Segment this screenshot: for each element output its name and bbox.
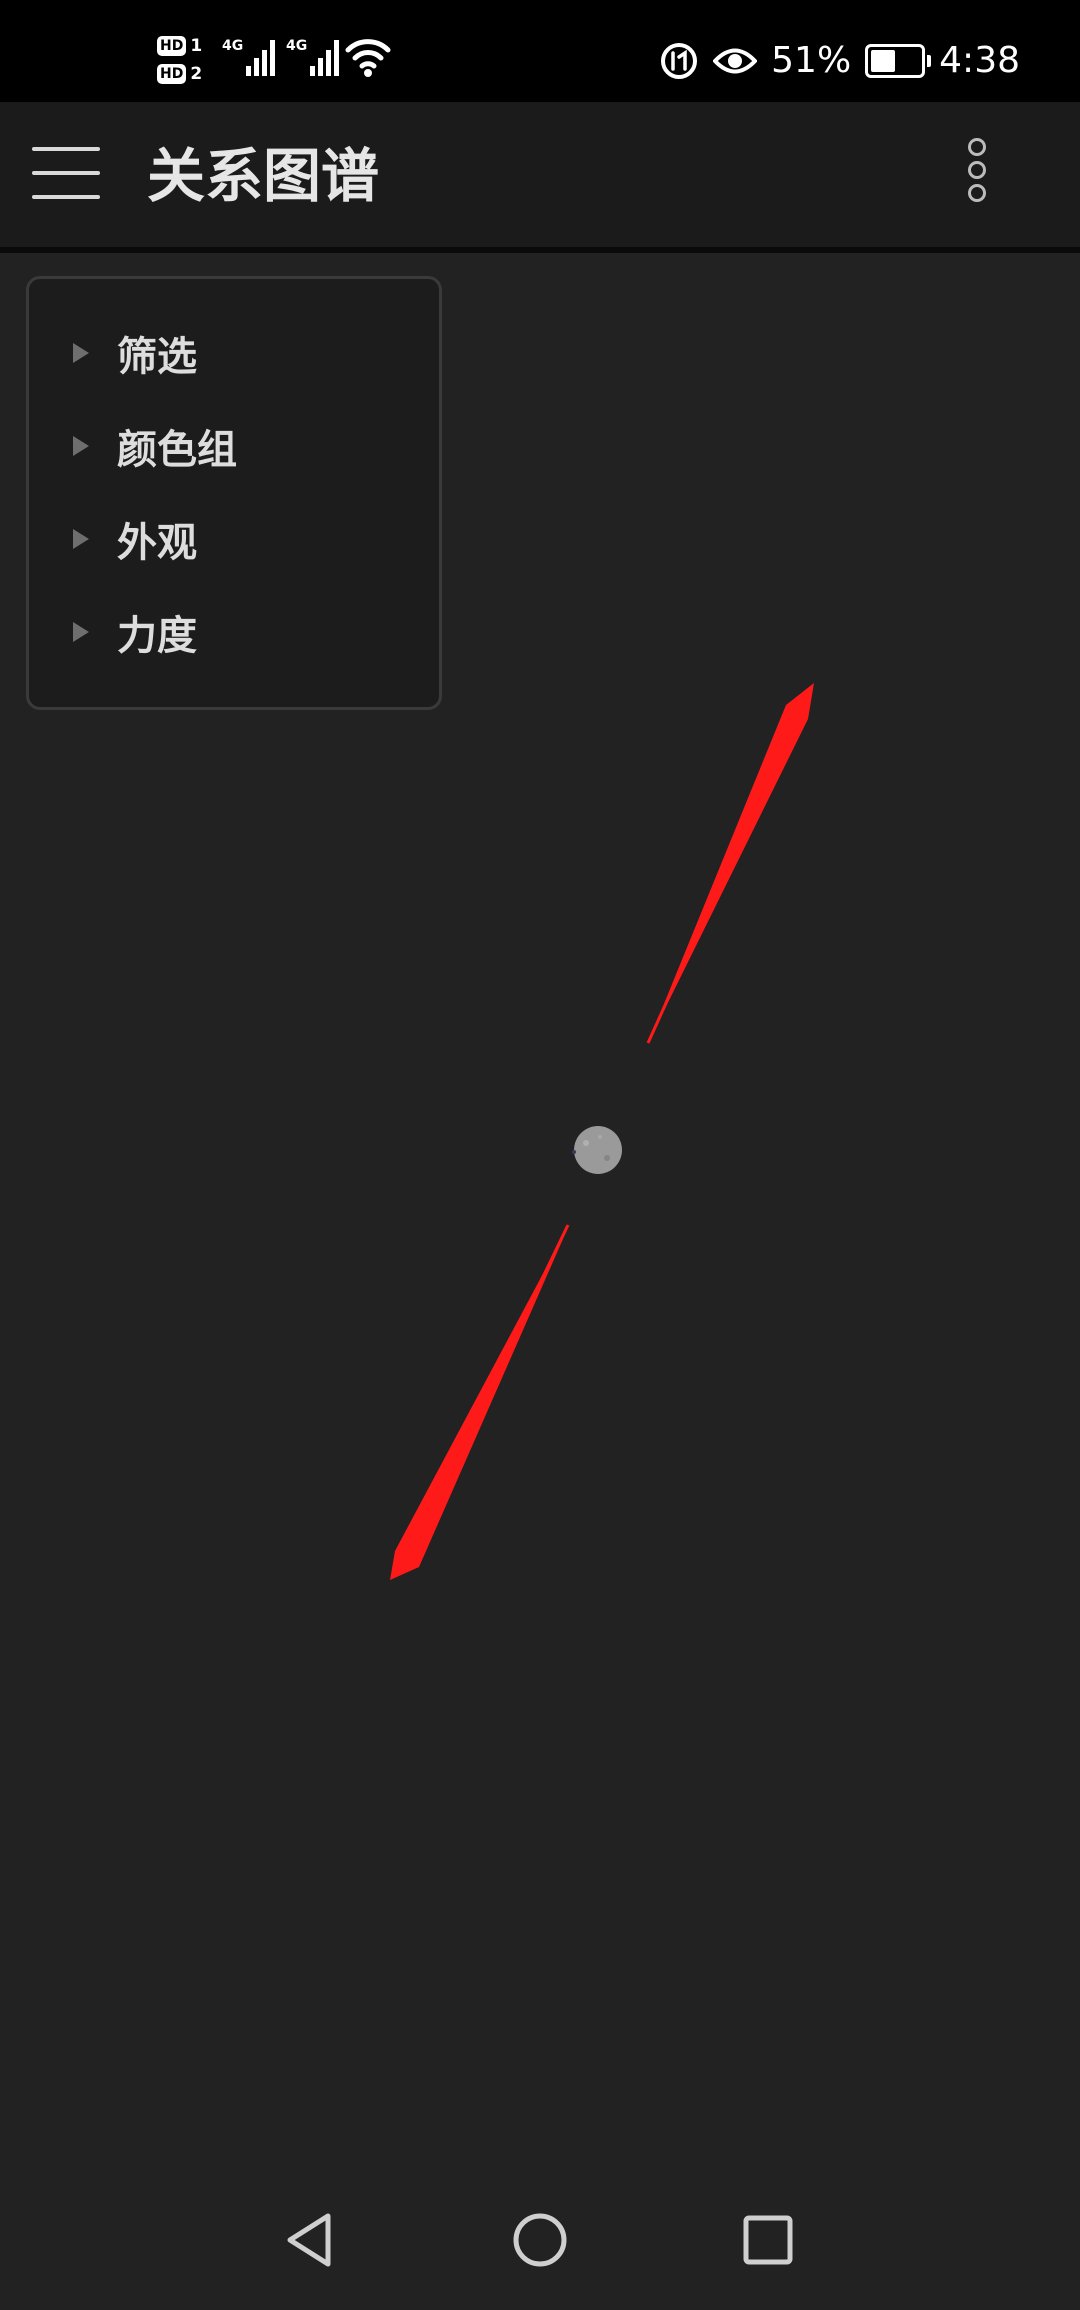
eye-comfort-icon	[713, 48, 758, 74]
sim2-signal: 4G	[286, 36, 344, 76]
home-circle-icon[interactable]	[500, 2200, 580, 2280]
controls-item-forces[interactable]: 力度	[73, 602, 197, 662]
recents-square-icon[interactable]	[728, 2200, 808, 2280]
sim2-slot: 2	[190, 64, 203, 84]
controls-item-label: 外观	[117, 520, 197, 566]
signal-icon	[246, 40, 276, 76]
expand-triangle-icon	[73, 622, 89, 642]
expand-triangle-icon	[73, 343, 89, 363]
controls-item-display[interactable]: 外观	[73, 509, 197, 569]
network-type-label: 4G	[222, 38, 244, 54]
controls-item-filter[interactable]: 筛选	[73, 323, 197, 383]
sim-indicators: HD 1 HD 2	[157, 32, 211, 92]
graph-node[interactable]	[572, 1126, 622, 1174]
sim1-hd-indicator: HD 1	[157, 32, 211, 60]
clock: 4:38	[939, 40, 1020, 81]
annotation-arrow-down-left	[390, 1223, 570, 1580]
controls-item-color-groups[interactable]: 颜色组	[73, 416, 237, 476]
controls-item-label: 力度	[117, 613, 197, 659]
sim1-slot: 1	[190, 36, 203, 56]
sim1-signal: 4G	[222, 36, 280, 76]
battery-tip	[927, 55, 932, 67]
page-title: 关系图谱	[147, 142, 380, 210]
more-vertical-icon[interactable]	[960, 138, 994, 208]
controls-item-label: 颜色组	[117, 427, 237, 473]
expand-triangle-icon	[73, 529, 89, 549]
hd-badge: HD	[157, 36, 187, 56]
back-triangle-icon[interactable]	[268, 2200, 348, 2280]
status-right-group: 51% 4:38	[659, 36, 1020, 86]
status-bar: HD 1 HD 2 4G 4G 51% 4:38	[0, 0, 1080, 102]
network-type-label: 4G	[286, 38, 308, 54]
hd-badge: HD	[157, 64, 187, 84]
battery-level-fill	[871, 50, 896, 72]
controls-item-label: 筛选	[117, 334, 197, 380]
hamburger-menu-icon[interactable]	[32, 147, 100, 199]
graph-controls-panel: 筛选 颜色组 外观 力度	[26, 276, 442, 710]
signal-icon	[310, 40, 340, 76]
system-nav-bar	[0, 2180, 1080, 2310]
battery-percent: 51%	[771, 40, 852, 81]
expand-triangle-icon	[73, 436, 89, 456]
sim2-hd-indicator: HD 2	[157, 60, 211, 88]
battery-icon	[865, 44, 932, 78]
wifi-icon	[345, 39, 391, 77]
annotation-arrow-up-right	[646, 683, 814, 1044]
data-saver-icon	[661, 43, 698, 79]
